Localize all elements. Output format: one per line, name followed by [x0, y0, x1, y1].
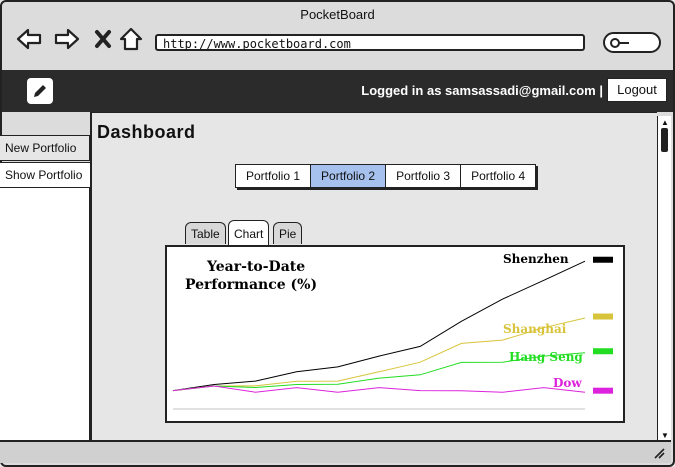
sidebar-item-new-portfolio[interactable]: New Portfolio — [0, 135, 90, 161]
tab-chart[interactable]: Chart — [228, 220, 270, 246]
series-label-shanghai: Shanghai — [503, 322, 567, 336]
series-end-tag-shenzhen — [593, 256, 613, 263]
portfolio-tabs: Portfolio 1 Portfolio 2 Portfolio 3 Port… — [235, 164, 537, 188]
chart-panel: Year-to-Date Performance (%) Shenzhen Sha… — [165, 245, 625, 423]
window-title: PocketBoard — [300, 7, 375, 22]
login-status: Logged in as samsassadi@gmail.com | — [361, 83, 603, 98]
chart-title: Year-to-Date — [206, 259, 305, 275]
series-end-tag-dow — [593, 387, 613, 394]
tab-pie[interactable]: Pie — [273, 222, 303, 244]
sidebar-item-show-portfolio[interactable]: Show Portfolio — [0, 162, 90, 188]
resize-grip-icon[interactable] — [651, 445, 665, 459]
url-input[interactable]: http://www.pocketboard.com — [155, 34, 585, 51]
home-icon[interactable] — [118, 26, 144, 52]
scroll-down-icon[interactable]: ▼ — [661, 431, 669, 440]
series-end-tag-shanghai — [593, 313, 613, 320]
series-label-shenzhen: Shenzhen — [503, 252, 569, 266]
edit-button[interactable] — [27, 78, 53, 104]
performance-chart: Year-to-Date Performance (%) Shenzhen Sha… — [167, 247, 623, 421]
status-bar — [0, 440, 671, 463]
tab-portfolio-4[interactable]: Portfolio 4 — [461, 165, 535, 187]
tab-table[interactable]: Table — [185, 222, 226, 244]
series-end-tag-hang-seng — [593, 348, 613, 355]
scroll-thumb[interactable] — [661, 128, 668, 152]
chart-title-line2: Performance (%) — [185, 277, 317, 293]
forward-icon[interactable] — [54, 26, 80, 52]
scroll-up-icon[interactable]: ▲ — [661, 118, 669, 127]
browser-search-input[interactable] — [603, 32, 661, 53]
sidebar-panel — [0, 188, 90, 440]
vertical-scrollbar[interactable]: ▲ ▼ — [657, 116, 671, 442]
series-label-dow: Dow — [553, 376, 582, 390]
series-label-hang-seng: Hang Seng — [509, 350, 583, 364]
page-title: Dashboard — [97, 122, 196, 142]
app-header: Logged in as samsassadi@gmail.com | Logo… — [2, 70, 673, 112]
tab-portfolio-3[interactable]: Portfolio 3 — [386, 165, 462, 187]
search-icon — [610, 38, 629, 48]
logout-button[interactable]: Logout — [607, 78, 667, 102]
tab-portfolio-1[interactable]: Portfolio 1 — [236, 165, 312, 187]
title-bar: PocketBoard — [2, 2, 673, 26]
pencil-icon — [34, 85, 46, 97]
back-icon[interactable] — [16, 26, 42, 52]
stop-icon[interactable] — [90, 26, 116, 52]
tab-portfolio-2[interactable]: Portfolio 2 — [311, 165, 387, 187]
